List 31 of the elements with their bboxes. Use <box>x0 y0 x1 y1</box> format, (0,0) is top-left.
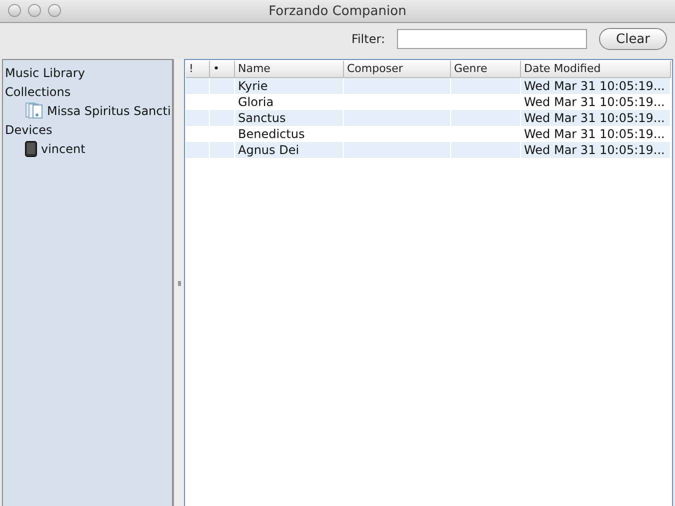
documents-icon <box>25 102 43 119</box>
table-cell: Wed Mar 31 10:05:19... <box>524 95 665 109</box>
filter-field[interactable] <box>397 29 587 49</box>
table-cell: Gloria <box>238 95 274 109</box>
sidebar-item[interactable]: Devices <box>5 120 172 139</box>
minimize-button[interactable] <box>28 4 41 17</box>
clear-button[interactable]: Clear <box>599 28 667 50</box>
close-button[interactable] <box>8 4 21 17</box>
zoom-button[interactable] <box>48 4 61 17</box>
column-header[interactable]: Composer <box>344 61 451 77</box>
column-header[interactable]: • <box>210 61 235 77</box>
sidebar-item[interactable]: Collections <box>5 82 172 101</box>
column-header[interactable]: ! <box>186 61 210 77</box>
table-cell: Wed Mar 31 10:05:19... <box>524 127 665 141</box>
sidebar-item[interactable]: Music Library <box>5 63 172 82</box>
table-cell: Agnus Dei <box>238 143 300 157</box>
filter-label: Filter: <box>351 32 385 46</box>
table-cell: Kyrie <box>238 79 268 93</box>
table-cell: Wed Mar 31 10:05:19... <box>524 111 665 125</box>
table-cell: Benedictus <box>238 127 305 141</box>
column-header[interactable]: Genre <box>451 61 521 77</box>
table-cell: Wed Mar 31 10:05:19... <box>524 79 665 93</box>
column-header[interactable]: Date Modified <box>521 61 671 77</box>
table-cell: Wed Mar 31 10:05:19... <box>524 143 665 157</box>
splitter-handle[interactable] <box>178 281 181 286</box>
column-header[interactable]: Name <box>235 61 344 77</box>
table-cell: Sanctus <box>238 111 286 125</box>
device-icon <box>25 140 37 156</box>
sidebar-item[interactable]: vincent <box>41 142 86 156</box>
window-title: Forzando Companion <box>268 4 406 18</box>
sidebar-item[interactable]: Missa Spiritus Sancti <box>47 104 171 118</box>
